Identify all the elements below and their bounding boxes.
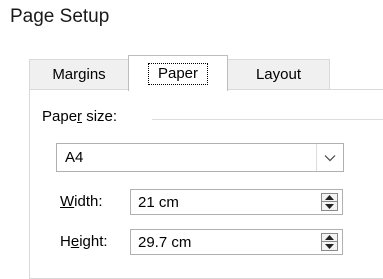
dialog-title: Page Setup (10, 6, 110, 27)
width-spin-down-button[interactable] (322, 202, 337, 210)
paper-size-label-post: size: (82, 108, 118, 125)
width-label-accesskey: W (60, 193, 75, 210)
width-spin-up-button[interactable] (322, 194, 337, 202)
chevron-down-icon (324, 154, 336, 161)
height-value: 29.7 cm (138, 234, 192, 251)
height-label-pre: H (60, 233, 71, 250)
paper-size-group-label: Paper size: (42, 108, 124, 125)
tab-margins[interactable]: Margins (29, 59, 129, 89)
width-spinner[interactable]: 21 cm (130, 189, 343, 215)
paper-size-label-pre: Pape (42, 108, 78, 125)
tab-paper[interactable]: Paper (128, 55, 228, 91)
width-label: Width: (60, 193, 103, 210)
spin-up-icon (325, 195, 334, 200)
spin-up-icon (325, 235, 334, 240)
height-spinner[interactable]: 29.7 cm (130, 229, 343, 255)
group-divider (152, 119, 383, 120)
height-spin-buttons[interactable] (321, 233, 338, 251)
dropdown-button[interactable] (316, 144, 343, 171)
height-label-accesskey: e (70, 233, 80, 250)
page-setup-dialog: Page Setup Margins Paper Layout Paper si… (0, 0, 383, 279)
height-label-post: ight: (79, 233, 108, 250)
paper-size-dropdown[interactable]: A4 (56, 143, 344, 172)
spin-down-icon (325, 243, 334, 249)
tab-layout[interactable]: Layout (227, 59, 330, 89)
height-label: Height: (60, 233, 108, 250)
paper-size-value: A4 (65, 149, 84, 166)
tab-layout-label: Layout (255, 66, 302, 83)
height-spin-down-button[interactable] (322, 242, 337, 250)
spin-down-icon (325, 203, 334, 209)
width-label-rest: idth: (74, 193, 103, 210)
tab-margins-label: Margins (52, 66, 106, 83)
height-spin-up-button[interactable] (322, 234, 337, 242)
width-spin-buttons[interactable] (321, 193, 338, 211)
tab-paper-label: Paper (147, 62, 209, 85)
width-value: 21 cm (138, 194, 179, 211)
